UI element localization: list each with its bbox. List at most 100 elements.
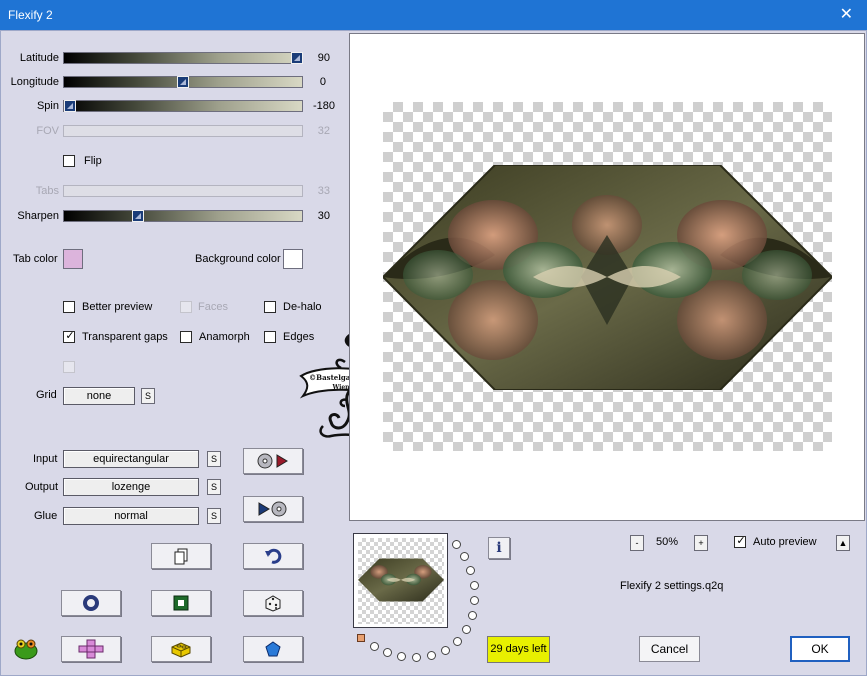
lozenge-preview-image: [383, 165, 832, 390]
yellow-brick-icon: [171, 642, 191, 658]
green-frame-icon: [173, 595, 189, 611]
output-select[interactable]: lozenge: [63, 478, 199, 496]
gem-button[interactable]: [243, 636, 303, 662]
glue-select[interactable]: normal: [63, 507, 199, 525]
transparent-gaps-checkbox[interactable]: ✓: [63, 330, 75, 343]
settings-file-name: Flexify 2 settings.q2q: [620, 580, 724, 592]
undo-button[interactable]: [243, 543, 303, 569]
zoom-level: 50%: [656, 536, 679, 548]
rotation-dot[interactable]: [427, 651, 436, 660]
rotation-dot[interactable]: [441, 646, 450, 655]
de-halo-checkbox[interactable]: [264, 301, 276, 313]
sharpen-slider[interactable]: [63, 210, 303, 222]
info-icon[interactable]: i: [488, 537, 510, 559]
rotation-dot[interactable]: [453, 637, 462, 646]
rotation-dot[interactable]: [383, 648, 392, 657]
fov-slider: [63, 125, 303, 137]
trial-days-badge[interactable]: 29 days left: [487, 636, 550, 663]
dialog-body: Latitude 90 Longitude 0 Spin -180 FOV 32…: [0, 30, 867, 676]
tile-button[interactable]: [61, 636, 121, 662]
spin-label: Spin: [36, 100, 59, 112]
watermark-line-2: Wien: [331, 384, 350, 391]
grid-s-button[interactable]: S: [141, 388, 155, 404]
frame-button[interactable]: [151, 590, 211, 616]
rotation-dot[interactable]: [412, 653, 421, 662]
zoom-in-button[interactable]: +: [694, 535, 708, 551]
rotation-dot[interactable]: [397, 652, 406, 661]
window-title: Flexify 2: [8, 8, 53, 22]
background-color-label: Background color: [195, 253, 281, 265]
tabs-slider: [63, 185, 303, 197]
anamorph-checkbox[interactable]: [180, 331, 192, 343]
better-preview-checkbox[interactable]: [63, 301, 75, 313]
brick-button[interactable]: [151, 636, 211, 662]
ok-button[interactable]: OK: [790, 636, 850, 662]
spin-value: -180: [312, 100, 335, 112]
dice-icon: [265, 595, 281, 612]
tab-color-swatch[interactable]: [63, 249, 83, 269]
cd-play-icon: [257, 453, 288, 469]
load-preset-button[interactable]: [243, 448, 303, 474]
input-select[interactable]: equirectangular: [63, 450, 199, 468]
navigator-thumbnail[interactable]: [353, 533, 448, 628]
latitude-slider[interactable]: [63, 52, 303, 64]
edges-checkbox[interactable]: [264, 331, 276, 343]
sharpen-label: Sharpen: [17, 210, 59, 222]
rotation-dot[interactable]: [470, 581, 479, 590]
blue-pentagon-icon: [265, 641, 281, 657]
longitude-slider[interactable]: [63, 76, 303, 88]
sharpen-slider-thumb[interactable]: [132, 210, 144, 222]
rotation-dot[interactable]: [452, 540, 461, 549]
spin-slider[interactable]: [63, 100, 303, 112]
rotation-dot[interactable]: [468, 611, 477, 620]
longitude-slider-thumb[interactable]: [177, 76, 189, 88]
check-mark-icon: ✓: [736, 535, 746, 547]
background-color-swatch[interactable]: [283, 249, 303, 269]
longitude-label: Longitude: [10, 76, 59, 88]
fov-label: FOV: [36, 125, 59, 137]
sharpen-value: 30: [317, 210, 330, 222]
pink-cross-icon: [78, 639, 104, 659]
cancel-button[interactable]: Cancel: [639, 636, 700, 662]
glue-s-button[interactable]: S: [207, 508, 221, 524]
tab-color-label: Tab color: [13, 253, 58, 265]
de-halo-label: De-halo: [283, 301, 322, 313]
latitude-label: Latitude: [19, 52, 59, 64]
latitude-value: 90: [317, 52, 330, 64]
rotation-dot[interactable]: [370, 642, 379, 651]
glue-label: Glue: [34, 510, 58, 522]
check-mark-icon: ✓: [65, 330, 75, 342]
ring-icon: [83, 595, 99, 611]
navigator-handle[interactable]: [357, 634, 365, 642]
rotation-dot[interactable]: [466, 566, 475, 575]
copy-button[interactable]: [151, 543, 211, 569]
rotation-dot[interactable]: [470, 596, 479, 605]
title-bar[interactable]: Flexify 2 ✕: [0, 0, 867, 30]
preview-canvas[interactable]: [349, 33, 865, 521]
ring-button[interactable]: [61, 590, 121, 616]
random-button[interactable]: [243, 590, 303, 616]
better-preview-label: Better preview: [82, 301, 153, 313]
tabs-label: Tabs: [35, 185, 59, 197]
flip-checkbox[interactable]: [63, 155, 75, 167]
rotation-dot[interactable]: [462, 625, 471, 634]
zoom-out-button[interactable]: -: [630, 535, 644, 551]
play-cd-icon: [258, 501, 287, 517]
spin-slider-thumb[interactable]: [64, 100, 76, 112]
grid-label: Grid: [36, 389, 57, 401]
frog-logo-icon[interactable]: [13, 637, 39, 661]
save-preset-button[interactable]: [243, 496, 303, 522]
fov-value: 32: [317, 125, 330, 137]
flip-label: Flip: [84, 155, 102, 167]
input-s-button[interactable]: S: [207, 451, 221, 467]
longitude-value: 0: [319, 76, 326, 88]
thumbnail-preview-image: [358, 558, 444, 602]
rotation-dot[interactable]: [460, 552, 469, 561]
faces-checkbox: [180, 301, 192, 313]
output-s-button[interactable]: S: [207, 479, 221, 495]
auto-preview-checkbox[interactable]: ✓: [734, 535, 746, 548]
close-icon[interactable]: ✕: [840, 0, 853, 30]
grid-select[interactable]: none: [63, 387, 135, 405]
tabs-value: 33: [317, 185, 330, 197]
collapse-arrow-button[interactable]: ▲: [836, 535, 850, 551]
